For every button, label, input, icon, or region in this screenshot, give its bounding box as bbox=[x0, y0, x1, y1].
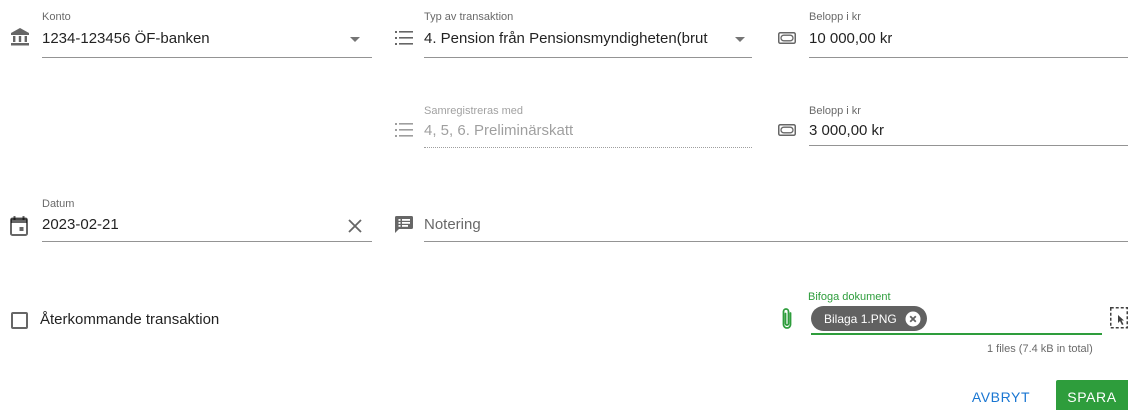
date-label: Datum bbox=[42, 198, 75, 210]
close-circle-icon[interactable] bbox=[905, 311, 921, 327]
transaction-type-label: Typ av transaktion bbox=[424, 11, 514, 23]
amount-secondary-label: Belopp i kr bbox=[809, 105, 861, 117]
co-registered-value: 4, 5, 6. Preliminärskatt bbox=[424, 122, 574, 139]
attachment-label: Bifoga dokument bbox=[808, 291, 891, 303]
chevron-down-icon bbox=[350, 37, 360, 42]
note-field[interactable]: Notering bbox=[390, 190, 1128, 250]
transaction-type-field[interactable]: Typ av transaktion 4. Pension från Pensi… bbox=[390, 0, 752, 60]
recurring-label: Återkommande transaktion bbox=[40, 311, 220, 328]
bank-icon bbox=[11, 28, 29, 46]
attachment-summary: 1 files (7.4 kB in total) bbox=[987, 343, 1093, 355]
checkbox[interactable] bbox=[11, 312, 28, 329]
cash-icon bbox=[778, 32, 796, 44]
list-icon bbox=[395, 123, 413, 137]
note-placeholder: Notering bbox=[424, 216, 481, 233]
date-field[interactable]: Datum 2023-02-21 bbox=[0, 190, 372, 250]
date-underline bbox=[42, 241, 372, 242]
co-registered-underline bbox=[424, 147, 752, 148]
amount-secondary-value: 3 000,00 kr bbox=[809, 122, 885, 139]
amount-primary-value: 10 000,00 kr bbox=[809, 30, 893, 47]
co-registered-label: Samregistreras med bbox=[424, 105, 524, 117]
cancel-button[interactable]: AVBRYT bbox=[956, 380, 1046, 410]
co-registered-field: Samregistreras med 4, 5, 6. Preliminärsk… bbox=[390, 95, 752, 155]
account-label: Konto bbox=[42, 11, 71, 23]
paperclip-icon bbox=[782, 308, 792, 329]
amount-primary-underline bbox=[809, 57, 1128, 58]
account-field[interactable]: Konto 1234-123456 ÖF-banken bbox=[0, 0, 372, 60]
amount-primary-field[interactable]: Belopp i kr 10 000,00 kr bbox=[775, 0, 1128, 60]
save-button[interactable]: SPARA bbox=[1056, 380, 1128, 410]
recurring-checkbox-row[interactable]: Återkommande transaktion bbox=[10, 305, 310, 335]
cash-icon bbox=[778, 124, 796, 136]
amount-primary-label: Belopp i kr bbox=[809, 11, 861, 23]
chevron-down-icon bbox=[735, 37, 745, 42]
calendar-icon bbox=[10, 216, 28, 236]
file-upload-icon[interactable] bbox=[1110, 307, 1128, 329]
attachment-underline bbox=[811, 333, 1102, 335]
note-underline bbox=[424, 241, 1128, 242]
note-icon bbox=[395, 216, 413, 233]
amount-secondary-field[interactable]: Belopp i kr 3 000,00 kr bbox=[775, 95, 1128, 155]
account-underline bbox=[42, 57, 372, 58]
close-icon[interactable] bbox=[348, 219, 362, 233]
attachment-field[interactable]: Bifoga dokument Bilaga 1.PNG 1 files (7.… bbox=[775, 285, 1128, 360]
transaction-type-underline bbox=[424, 57, 752, 58]
account-value: 1234-123456 ÖF-banken bbox=[42, 30, 210, 47]
date-value: 2023-02-21 bbox=[42, 216, 119, 233]
file-chip[interactable]: Bilaga 1.PNG bbox=[811, 306, 927, 331]
list-icon bbox=[395, 31, 413, 45]
file-chip-label: Bilaga 1.PNG bbox=[824, 311, 897, 326]
transaction-type-value: 4. Pension från Pensionsmyndigheten(brut bbox=[424, 30, 708, 47]
amount-secondary-underline bbox=[809, 145, 1128, 146]
